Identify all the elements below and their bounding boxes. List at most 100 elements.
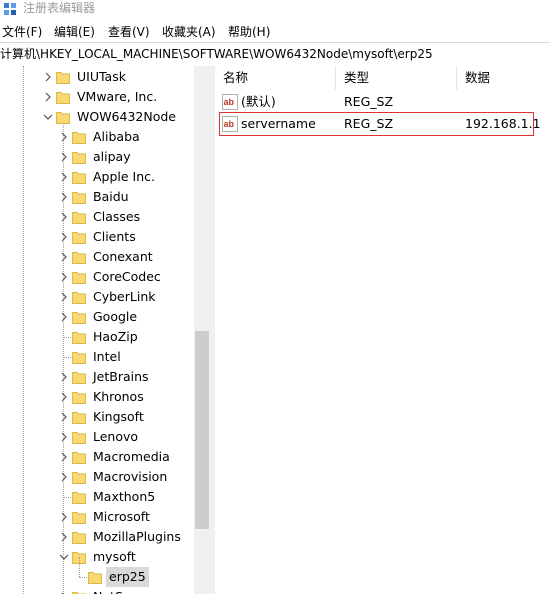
folder-icon [72, 472, 86, 484]
chevron-right-icon[interactable] [58, 427, 70, 447]
title-bar: 注册表编辑器 [0, 0, 550, 18]
tree-scrollbar[interactable] [194, 66, 210, 594]
chevron-right-icon[interactable] [58, 307, 70, 327]
folder-icon [56, 112, 70, 124]
value-row-servername[interactable]: ab servername REG_SZ 192.168.1.1 [215, 112, 550, 136]
svg-text:ab: ab [224, 119, 235, 129]
tree-item[interactable]: Maxthon5 [0, 487, 210, 507]
tree-scrollbar-thumb[interactable] [195, 331, 209, 529]
tree-item-label: MozillaPlugins [93, 529, 181, 544]
tree-item[interactable]: MozillaPlugins [0, 527, 210, 547]
value-row-default[interactable]: ab (默认) REG_SZ [215, 91, 550, 113]
tree-item[interactable]: Classes [0, 207, 210, 227]
chevron-right-icon[interactable] [58, 387, 70, 407]
tree-item-label: JetBrains [93, 369, 149, 384]
tree-item-label: Alibaba [93, 129, 140, 144]
tree-item[interactable]: Khronos [0, 387, 210, 407]
tree-item[interactable]: Clients [0, 227, 210, 247]
tree-item[interactable]: Macromedia [0, 447, 210, 467]
tree-item-label: WOW6432Node [77, 109, 176, 124]
values-list[interactable]: 名称 类型 数据 ab (默认) REG_SZ ab servername RE… [215, 66, 550, 594]
chevron-right-icon[interactable] [58, 267, 70, 287]
menu-help[interactable]: 帮助(H) [228, 22, 270, 42]
folder-icon [72, 332, 86, 344]
tree-item[interactable]: NetSarang [0, 587, 210, 594]
tree-item-label: alipay [93, 149, 131, 164]
menu-file[interactable]: 文件(F) [2, 22, 42, 42]
chevron-right-icon[interactable] [58, 287, 70, 307]
tree-item[interactable]: Lenovo [0, 427, 210, 447]
address-path[interactable]: 计算机\HKEY_LOCAL_MACHINE\SOFTWARE\WOW6432N… [0, 43, 433, 65]
chevron-right-icon[interactable] [58, 187, 70, 207]
tree-item-label: VMware, Inc. [77, 89, 158, 104]
folder-icon [72, 212, 86, 224]
chevron-right-icon[interactable] [58, 507, 70, 527]
tree-item[interactable]: Conexant [0, 247, 210, 267]
tree-item[interactable]: alipay [0, 147, 210, 167]
folder-icon [72, 392, 86, 404]
tree-item[interactable]: erp25 [0, 557, 210, 587]
chevron-right-icon[interactable] [58, 467, 70, 487]
tree-guide-line [79, 557, 80, 577]
tree-item-label: Apple Inc. [93, 169, 156, 184]
tree-item-label: Conexant [93, 249, 153, 264]
chevron-right-icon[interactable] [58, 407, 70, 427]
folder-icon [56, 92, 70, 104]
tree-item[interactable]: Kingsoft [0, 407, 210, 427]
folder-icon [72, 312, 86, 324]
column-header-name[interactable]: 名称 [215, 66, 335, 90]
chevron-right-icon[interactable] [58, 447, 70, 467]
tree-item[interactable]: Microsoft [0, 507, 210, 527]
chevron-down-icon[interactable] [58, 547, 70, 567]
tree-item[interactable]: CyberLink [0, 287, 210, 307]
tree-item-label: NetSarang [93, 587, 159, 594]
value-name: servername [241, 116, 316, 131]
chevron-right-icon[interactable] [42, 67, 54, 87]
tree-item[interactable]: Baidu [0, 187, 210, 207]
chevron-right-icon[interactable] [42, 87, 54, 107]
folder-icon [72, 452, 86, 464]
value-data: 192.168.1.1 [465, 116, 541, 131]
column-header-type[interactable]: 类型 [336, 66, 456, 90]
tree-item-label: Khronos [93, 389, 144, 404]
folder-icon [72, 492, 86, 504]
tree-item-label: Macromedia [93, 449, 170, 464]
tree-item[interactable]: VMware, Inc. [0, 87, 210, 107]
menu-view[interactable]: 查看(V) [108, 22, 150, 42]
tree-item[interactable]: CoreCodec [0, 267, 210, 287]
tree-item[interactable]: Intel [0, 347, 210, 367]
tree-item-label: Maxthon5 [93, 489, 156, 504]
tree-item[interactable]: Alibaba [0, 127, 210, 147]
tree-item[interactable]: Google [0, 307, 210, 327]
folder-icon [72, 152, 86, 164]
chevron-right-icon[interactable] [58, 527, 70, 547]
folder-icon [72, 532, 86, 544]
chevron-right-icon[interactable] [58, 147, 70, 167]
registry-tree[interactable]: UIUTask VMware, Inc. WOW6432Node Alibaba ali… [0, 66, 210, 594]
column-header-data[interactable]: 数据 [457, 66, 550, 90]
tree-item[interactable]: WOW6432Node [0, 107, 210, 127]
svg-text:ab: ab [224, 97, 235, 107]
folder-icon [72, 232, 86, 244]
tree-item[interactable]: UIUTask [0, 67, 210, 87]
tree-item[interactable]: JetBrains [0, 367, 210, 387]
tree-item[interactable]: Apple Inc. [0, 167, 210, 187]
chevron-right-icon[interactable] [58, 167, 70, 187]
chevron-right-icon[interactable] [58, 247, 70, 267]
menu-edit[interactable]: 编辑(E) [54, 22, 95, 42]
menu-favorites[interactable]: 收藏夹(A) [162, 22, 216, 42]
chevron-right-icon[interactable] [58, 127, 70, 147]
tree-item-label: Baidu [93, 189, 129, 204]
chevron-right-icon[interactable] [58, 587, 70, 594]
tree-item[interactable]: mysoft [0, 547, 210, 567]
chevron-right-icon[interactable] [58, 367, 70, 387]
address-bar[interactable]: 计算机\HKEY_LOCAL_MACHINE\SOFTWARE\WOW6432N… [0, 42, 550, 67]
tree-item[interactable]: Macrovision [0, 467, 210, 487]
tree-item[interactable]: HaoZip [0, 327, 210, 347]
chevron-right-icon[interactable] [58, 227, 70, 247]
folder-icon [88, 572, 102, 584]
chevron-right-icon[interactable] [58, 207, 70, 227]
tree-item-label: Macrovision [93, 469, 168, 484]
tree-item-label: Clients [93, 229, 136, 244]
chevron-down-icon[interactable] [42, 107, 54, 127]
